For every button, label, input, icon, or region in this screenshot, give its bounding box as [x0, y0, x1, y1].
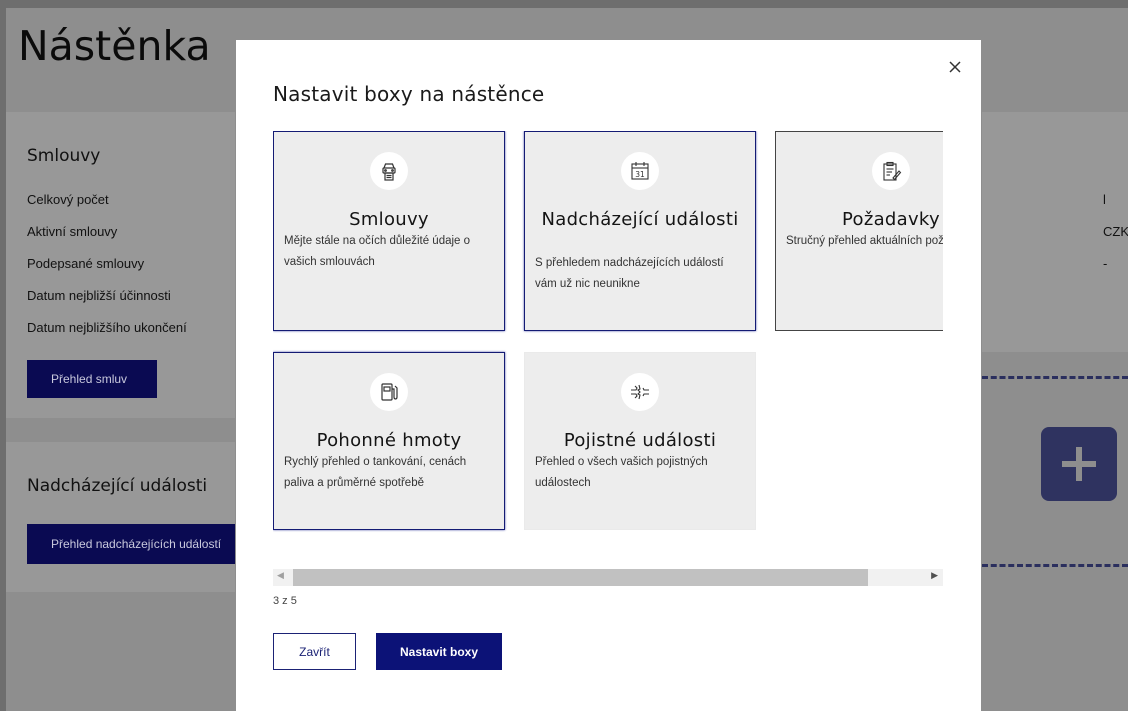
events-overview-button[interactable]: Přehled nadcházejících událostí	[27, 524, 235, 564]
box-pozadavky[interactable]: Požadavky Stručný přehled aktuálních pož…	[775, 131, 943, 331]
box-description: Přehled o všech vašich pojistných událos…	[535, 456, 708, 489]
box-title: Nadcházející události	[541, 209, 739, 230]
events-card-title: Nadcházející události	[27, 476, 208, 496]
dashed-border-top	[982, 376, 1128, 379]
close-button[interactable]: Zavřít	[273, 633, 356, 670]
right-card: l CZK -	[982, 112, 1128, 352]
dashed-border-bottom	[982, 564, 1128, 567]
selected-counter: 3 z 5	[273, 595, 297, 607]
events-card: Nadcházející události Přehled nadcházejí…	[6, 442, 235, 592]
close-icon[interactable]	[945, 57, 965, 77]
fuel-pump-icon	[370, 373, 408, 411]
add-box-plus-icon[interactable]	[1041, 427, 1117, 501]
car-document-icon	[370, 152, 408, 190]
right-value: -	[1103, 256, 1108, 271]
box-nadchazejici-udalosti[interactable]: 31 Nadcházející události S přehledem nad…	[524, 131, 756, 331]
box-title: Pojistné události	[563, 430, 717, 451]
clipboard-pen-icon	[872, 152, 910, 190]
scroll-thumb[interactable]	[293, 569, 868, 586]
contracts-item: Aktivní smlouvy	[27, 224, 118, 239]
box-description: Mějte stále na očích důležité údaje o va…	[284, 235, 471, 268]
box-title: Pohonné hmoty	[316, 430, 462, 451]
right-value: l	[1103, 192, 1106, 207]
contracts-item: Datum nejbližšího ukončení	[27, 320, 187, 335]
box-pohonne-hmoty[interactable]: Pohonné hmoty Rychlý přehled o tankování…	[273, 352, 505, 530]
boxes-carousel: Smlouvy Mějte stále na očích důležité úd…	[273, 131, 943, 533]
box-description: Stručný přehled aktuálních požadavků	[786, 235, 943, 247]
contracts-card: Smlouvy Celkový počet Aktivní smlouvy Po…	[6, 112, 235, 418]
box-title: Požadavky	[842, 209, 940, 230]
horizontal-scrollbar[interactable]: ◀ ▶	[273, 569, 943, 586]
box-pojistne-udalosti[interactable]: Pojistné události Přehled o všech vašich…	[524, 352, 756, 530]
right-value: CZK	[1103, 224, 1128, 239]
box-title: Smlouvy	[349, 209, 429, 230]
contracts-item: Celkový počet	[27, 192, 109, 207]
contracts-item: Podepsané smlouvy	[27, 256, 145, 271]
box-description: S přehledem nadcházejících událostí vám …	[535, 257, 724, 290]
page-title: Nástěnka	[18, 22, 211, 70]
scroll-right-arrow-icon[interactable]: ▶	[931, 571, 938, 581]
calendar-day: 31	[635, 170, 645, 179]
contracts-item: Datum nejbližší účinnosti	[27, 288, 171, 303]
contracts-card-title: Smlouvy	[27, 146, 101, 166]
calendar-31-icon: 31	[621, 152, 659, 190]
contracts-overview-button[interactable]: Přehled smluv	[27, 360, 157, 398]
box-smlouvy[interactable]: Smlouvy Mějte stále na očích důležité úd…	[273, 131, 505, 331]
car-crash-icon	[621, 373, 659, 411]
scroll-left-arrow-icon[interactable]: ◀	[277, 571, 284, 581]
modal-title: Nastavit boxy na nástěnce	[273, 82, 545, 106]
submit-boxes-button[interactable]: Nastavit boxy	[376, 633, 502, 670]
box-description: Rychlý přehled o tankování, cenách paliv…	[284, 456, 467, 489]
